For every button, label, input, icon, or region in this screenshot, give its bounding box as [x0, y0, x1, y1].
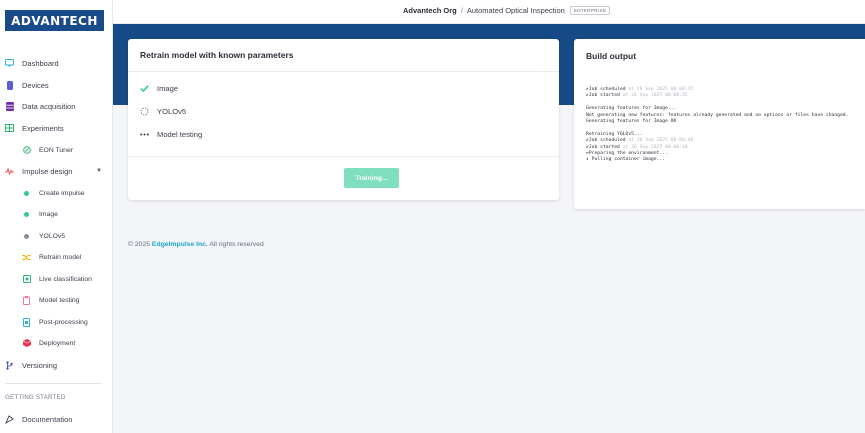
sidebar-item-versioning[interactable]: Versioning — [0, 356, 112, 374]
sidebar-item-live-classification[interactable]: Live classification — [0, 270, 112, 288]
check-icon — [140, 84, 149, 92]
device-icon — [5, 80, 14, 90]
sidebar-item-label: Live classification — [39, 275, 92, 283]
sidebar-item-data-acquisition[interactable]: Data acquisition — [0, 97, 112, 115]
step-label: YOLOv5 — [157, 106, 187, 116]
breadcrumb: Advantech Org / Automated Optical Inspec… — [403, 6, 611, 15]
sidebar-item-create-impulse[interactable]: Create impulse — [0, 184, 112, 202]
retrain-card: Retrain model with known parameters Imag… — [128, 39, 559, 200]
box-icon — [22, 339, 31, 348]
sidebar-item-label: Dashboard — [22, 58, 59, 68]
clipboard-icon — [22, 295, 31, 305]
monitor-icon — [5, 59, 14, 68]
sidebar-item-post-processing[interactable]: Post-processing — [0, 313, 112, 331]
sidebar-item-experiments[interactable]: Experiments — [0, 119, 112, 137]
live-icon — [22, 275, 31, 284]
status-dot-icon — [22, 210, 31, 219]
pulse-icon — [5, 167, 14, 176]
sidebar-item-label: Devices — [22, 80, 49, 90]
step-yolov5: YOLOv5 — [140, 104, 186, 118]
breadcrumb-separator: / — [460, 6, 463, 15]
sidebar-item-label: YOLOv5 — [39, 232, 66, 240]
enterprise-badge: ENTERPRISE — [569, 6, 611, 15]
sidebar: ADVANTECH Dashboard Devices Data acquisi… — [0, 0, 113, 433]
sidebar-item-label: Versioning — [22, 360, 58, 370]
logo-text: ADVANTECH — [11, 13, 98, 28]
section-label-getting-started: GETTING STARTED — [5, 394, 66, 401]
status-dot-icon — [22, 232, 31, 241]
documentation-icon — [5, 414, 14, 424]
sidebar-item-label: Image — [39, 210, 58, 218]
sidebar-item-model-testing[interactable]: Model testing — [0, 291, 112, 309]
sidebar-item-devices[interactable]: Devices — [0, 76, 112, 94]
tuner-icon — [22, 146, 31, 155]
sidebar-item-label: Experiments — [22, 123, 64, 133]
sidebar-item-label: Retrain model — [39, 253, 82, 261]
logo[interactable]: ADVANTECH — [5, 10, 104, 31]
status-dot-icon — [22, 189, 31, 198]
sidebar-item-retrain-model[interactable]: Retrain model — [0, 248, 112, 266]
breadcrumb-project[interactable]: Automated Optical Inspection — [467, 6, 565, 15]
sidebar-divider — [5, 383, 101, 384]
sidebar-item-dashboard[interactable]: Dashboard — [0, 54, 112, 72]
training-button[interactable]: Training... — [344, 168, 399, 188]
breadcrumb-org[interactable]: Advantech Org — [403, 6, 457, 15]
sidebar-item-documentation[interactable]: Documentation — [0, 410, 112, 428]
branch-icon — [5, 360, 14, 370]
ellipsis-icon — [140, 133, 149, 136]
spinner-icon — [140, 107, 149, 116]
build-output-card: Build output ✔Job scheduled at 26 Sep 20… — [574, 39, 865, 209]
sidebar-item-yolov5[interactable]: YOLOv5 — [0, 227, 112, 245]
sidebar-item-label: Deployment — [39, 339, 76, 347]
shuffle-icon — [22, 253, 31, 262]
step-image: Image — [140, 81, 178, 95]
build-log[interactable]: ✔Job scheduled at 26 Sep 2025 00:00:35 ✔J… — [586, 87, 865, 164]
footer-rights: All rights reserved — [209, 241, 264, 248]
footer: © 2025 EdgeImpulse Inc. All rights reser… — [128, 241, 264, 248]
sidebar-item-image[interactable]: Image — [0, 205, 112, 223]
sidebar-item-label: Documentation — [22, 414, 73, 424]
footer-copyright: © 2025 — [128, 241, 151, 248]
sidebar-item-label: EON Tuner — [39, 146, 73, 154]
sidebar-item-label: Data acquisition — [22, 101, 76, 111]
card-divider — [128, 156, 559, 157]
sidebar-item-label: Impulse design — [22, 166, 73, 176]
postprocess-icon — [22, 317, 31, 327]
retrain-card-title: Retrain model with known parameters — [140, 50, 294, 60]
log-line: ↕ Pulling container image... — [586, 157, 666, 163]
database-icon — [5, 101, 14, 111]
sidebar-item-impulse-design[interactable]: Impulse design ▼ — [0, 162, 112, 180]
build-output-title: Build output — [586, 51, 637, 61]
sidebar-item-label: Post-processing — [39, 318, 88, 326]
step-model-testing: Model testing — [140, 127, 202, 141]
grid-icon — [5, 124, 14, 133]
step-label: Image — [157, 83, 179, 93]
footer-brand-link[interactable]: EdgeImpulse Inc. — [152, 241, 208, 248]
card-divider — [128, 71, 559, 72]
sidebar-item-deployment[interactable]: Deployment — [0, 334, 112, 352]
sidebar-item-eon-tuner[interactable]: EON Tuner — [0, 141, 112, 159]
step-label: Model testing — [157, 129, 203, 139]
sidebar-item-label: Model testing — [39, 296, 80, 304]
top-bar: Advantech Org / Automated Optical Inspec… — [113, 0, 865, 24]
chevron-down-icon[interactable]: ▼ — [96, 168, 102, 174]
sidebar-item-label: Create impulse — [39, 189, 85, 197]
